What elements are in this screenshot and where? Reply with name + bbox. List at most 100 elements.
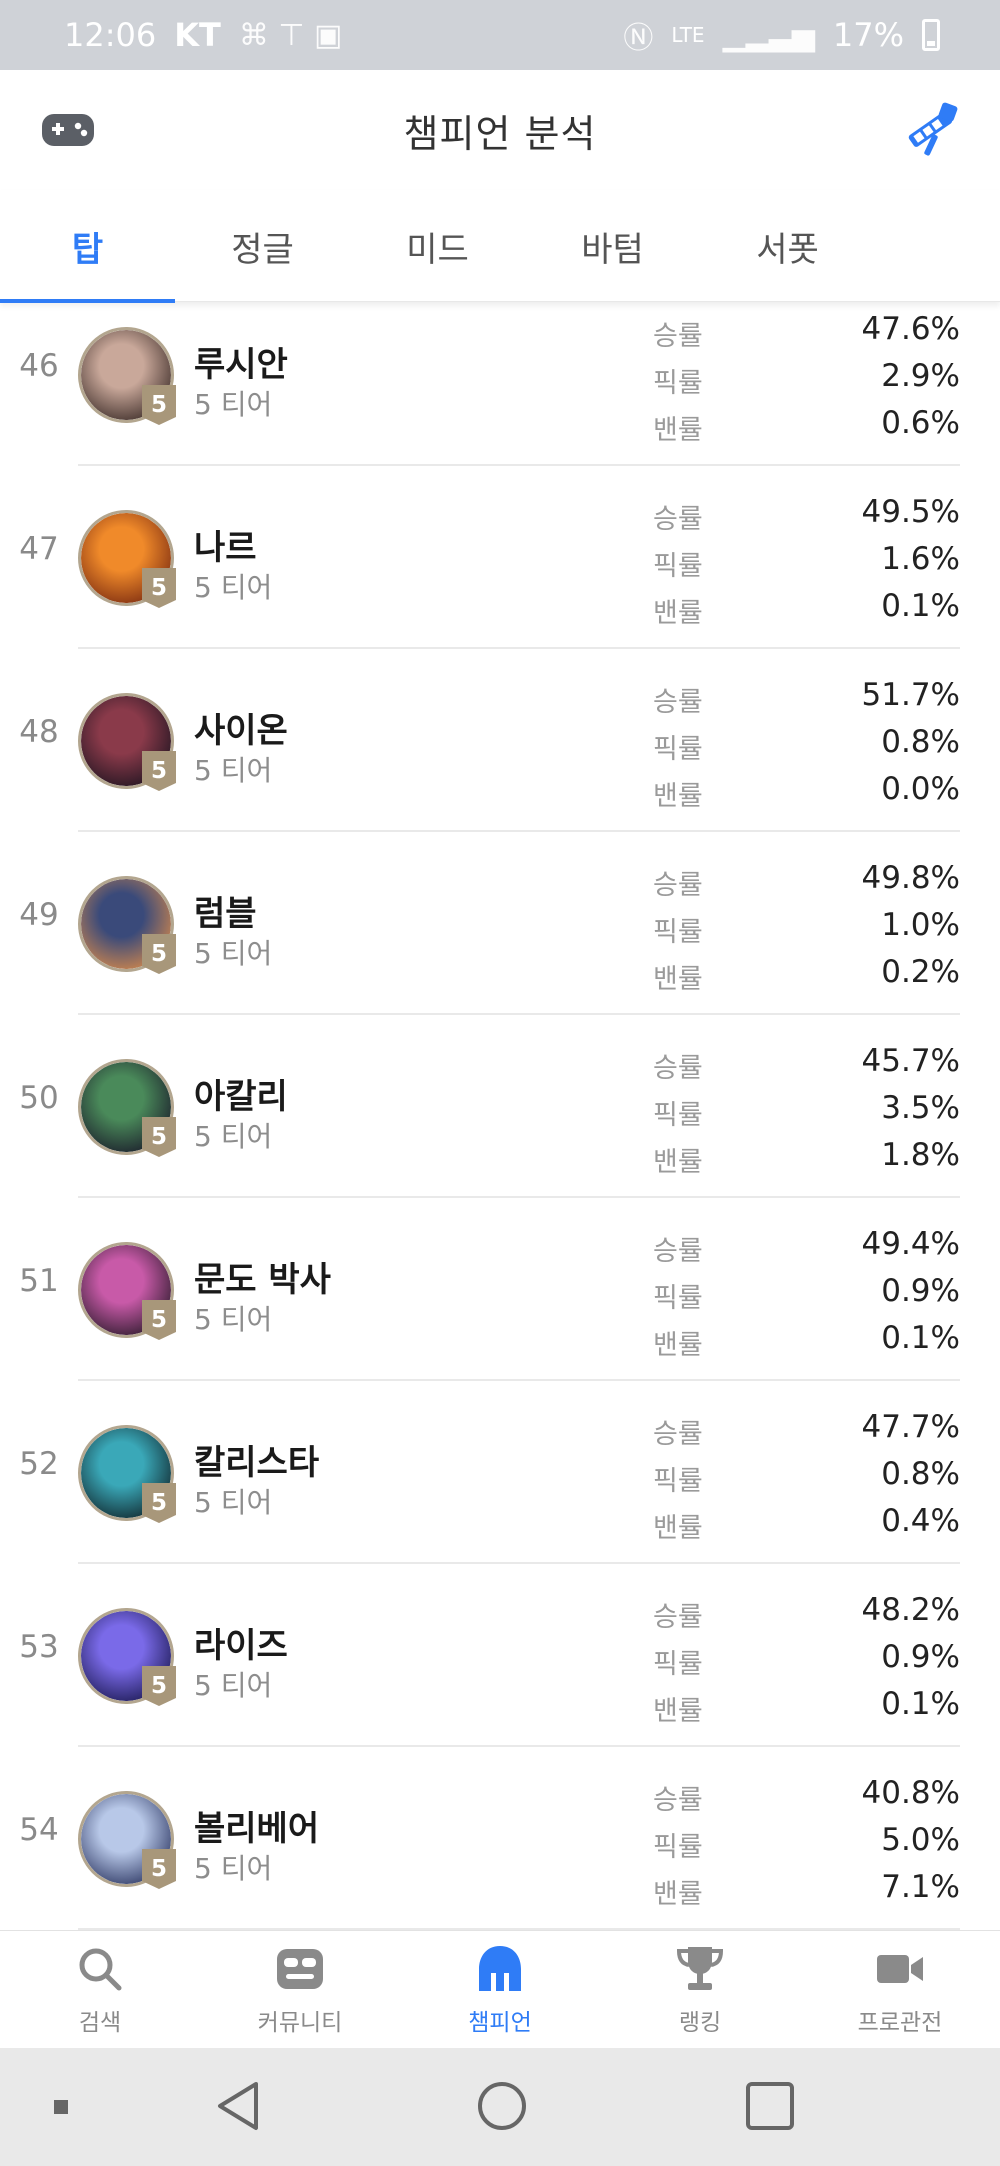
- gamepad-icon[interactable]: [40, 104, 96, 156]
- champion-row[interactable]: 50 5 아칼리 5 티어 승률 45.7% 픽률 3.5% 밴률 1.8%: [0, 1015, 1000, 1198]
- champion-name: 칼리스타: [194, 1443, 320, 1483]
- status-bar: 12:06 KT ⌘ ⊤ ▣ Ⓝ LTE ▁▂▃▅ 17%: [0, 0, 1000, 70]
- ban-rate-value: 0.6%: [881, 405, 960, 441]
- ban-rate-label: 밴률: [653, 1330, 703, 1361]
- tab-top[interactable]: 탑: [0, 190, 175, 303]
- champion-row[interactable]: 53 5 라이즈 5 티어 승률 48.2% 픽률 0.9% 밴률 0.1%: [0, 1564, 1000, 1747]
- win-rate-value: 48.2%: [861, 1592, 960, 1628]
- tier-badge: 5: [142, 1666, 176, 1706]
- tool-icon[interactable]: [900, 100, 962, 160]
- ban-rate-value: 0.1%: [881, 1320, 960, 1356]
- win-rate-value: 40.8%: [861, 1775, 960, 1811]
- status-time: 12:06: [64, 16, 157, 54]
- champion-name: 사이온: [194, 711, 288, 751]
- rank-number: 51: [19, 1263, 59, 1299]
- rank-number: 52: [19, 1446, 59, 1482]
- win-rate-value: 49.5%: [861, 494, 960, 530]
- win-rate-value: 49.8%: [861, 860, 960, 896]
- win-rate-label: 승률: [653, 870, 703, 901]
- tab-support[interactable]: 서폿: [700, 190, 875, 302]
- rank-number: 50: [19, 1080, 59, 1116]
- pick-rate-label: 픽률: [653, 551, 703, 582]
- champion-name: 문도 박사: [194, 1260, 331, 1300]
- champion-name: 라이즈: [194, 1626, 288, 1666]
- tab-mid[interactable]: 미드: [350, 190, 525, 302]
- win-rate-value: 49.4%: [861, 1226, 960, 1262]
- champion-icon: [479, 1946, 521, 1991]
- nav-label: 커뮤니티: [257, 2010, 343, 2036]
- nav-label: 챔피언: [468, 2010, 532, 2036]
- tier-badge: 5: [142, 1483, 176, 1523]
- battery-percent: 17%: [832, 16, 904, 54]
- tier-badge: 5: [142, 568, 176, 608]
- champion-name: 나르: [194, 528, 257, 568]
- rank-number: 48: [19, 714, 59, 750]
- app-header: 챔피언 분석: [0, 70, 1000, 190]
- pick-rate-label: 픽률: [653, 1649, 703, 1680]
- ban-rate-value: 0.1%: [881, 1686, 960, 1722]
- nav-champion[interactable]: 챔피언: [400, 1931, 600, 2049]
- signal-icon: ▁▂▃▅: [722, 17, 815, 53]
- champion-row[interactable]: 54 5 볼리베어 5 티어 승률 40.8% 픽률 5.0% 밴률 7.1%: [0, 1747, 1000, 1930]
- nav-search[interactable]: 검색: [0, 1931, 200, 2049]
- tier-label: 5 티어: [194, 1303, 273, 1336]
- champion-list[interactable]: 46 5 루시안 5 티어 승률 47.6% 픽률 2.9% 밴률 0.6% 4…: [0, 302, 1000, 1930]
- pick-rate-label: 픽률: [653, 368, 703, 399]
- battery-icon: [922, 19, 940, 51]
- win-rate-value: 45.7%: [861, 1043, 960, 1079]
- champion-row[interactable]: 47 5 나르 5 티어 승률 49.5% 픽률 1.6% 밴률 0.1%: [0, 466, 1000, 649]
- tier-badge: 5: [142, 1300, 176, 1340]
- ban-rate-value: 0.4%: [881, 1503, 960, 1539]
- recents-icon[interactable]: [742, 2078, 798, 2138]
- tier-label: 5 티어: [194, 571, 273, 604]
- pick-rate-value: 0.9%: [881, 1273, 960, 1309]
- champion-row[interactable]: 49 5 럼블 5 티어 승률 49.8% 픽률 1.0% 밴률 0.2%: [0, 832, 1000, 1015]
- tier-label: 5 티어: [194, 1669, 273, 1702]
- champion-name: 럼블: [194, 894, 257, 934]
- win-rate-label: 승률: [653, 1602, 703, 1633]
- pick-rate-value: 0.9%: [881, 1639, 960, 1675]
- champion-row[interactable]: 48 5 사이온 5 티어 승률 51.7% 픽률 0.8% 밴률 0.0%: [0, 649, 1000, 832]
- nav-pro-watch[interactable]: 프로관전: [800, 1931, 1000, 2049]
- nav-ranking[interactable]: 랭킹: [600, 1931, 800, 2049]
- rank-number: 47: [19, 531, 59, 567]
- video-camera-icon: [877, 1955, 923, 1983]
- ban-rate-label: 밴률: [653, 1147, 703, 1178]
- back-icon[interactable]: [212, 2078, 268, 2138]
- pick-rate-value: 1.0%: [881, 907, 960, 943]
- rank-number: 54: [19, 1812, 59, 1848]
- network-type: LTE: [671, 23, 705, 47]
- nav-community[interactable]: 커뮤니티: [200, 1931, 400, 2049]
- champion-name: 루시안: [194, 345, 288, 385]
- champion-row[interactable]: 52 5 칼리스타 5 티어 승률 47.7% 픽률 0.8% 밴률 0.4%: [0, 1381, 1000, 1564]
- tab-bottom[interactable]: 바텀: [525, 190, 700, 302]
- ban-rate-value: 0.0%: [881, 771, 960, 807]
- rank-number: 46: [19, 348, 59, 384]
- champion-name: 볼리베어: [194, 1809, 320, 1849]
- ban-rate-value: 1.8%: [881, 1137, 960, 1173]
- ban-rate-label: 밴률: [653, 598, 703, 629]
- pick-rate-label: 픽률: [653, 1466, 703, 1497]
- win-rate-value: 51.7%: [861, 677, 960, 713]
- search-icon: [79, 1948, 122, 1991]
- win-rate-label: 승률: [653, 321, 703, 352]
- nav-label: 랭킹: [678, 2010, 722, 2036]
- trophy-icon: [676, 1947, 724, 1990]
- rank-number: 49: [19, 897, 59, 933]
- home-icon[interactable]: [474, 2078, 530, 2138]
- rank-number: 53: [19, 1629, 59, 1665]
- tier-label: 5 티어: [194, 1852, 273, 1885]
- nav-label: 검색: [78, 2010, 122, 2036]
- win-rate-label: 승률: [653, 1236, 703, 1267]
- nfc-icon: Ⓝ: [623, 21, 654, 56]
- champion-row[interactable]: 46 5 루시안 5 티어 승률 47.6% 픽률 2.9% 밴률 0.6%: [0, 302, 1000, 466]
- win-rate-value: 47.7%: [861, 1409, 960, 1445]
- menu-dot-icon[interactable]: [52, 2098, 70, 2120]
- tier-badge: 5: [142, 385, 176, 425]
- tier-label: 5 티어: [194, 1486, 273, 1519]
- tier-label: 5 티어: [194, 388, 273, 421]
- page-title: 챔피언 분석: [403, 111, 597, 156]
- tab-jungle[interactable]: 정글: [175, 190, 350, 302]
- champion-row[interactable]: 51 5 문도 박사 5 티어 승률 49.4% 픽률 0.9% 밴률 0.1%: [0, 1198, 1000, 1381]
- tier-badge: 5: [142, 1849, 176, 1889]
